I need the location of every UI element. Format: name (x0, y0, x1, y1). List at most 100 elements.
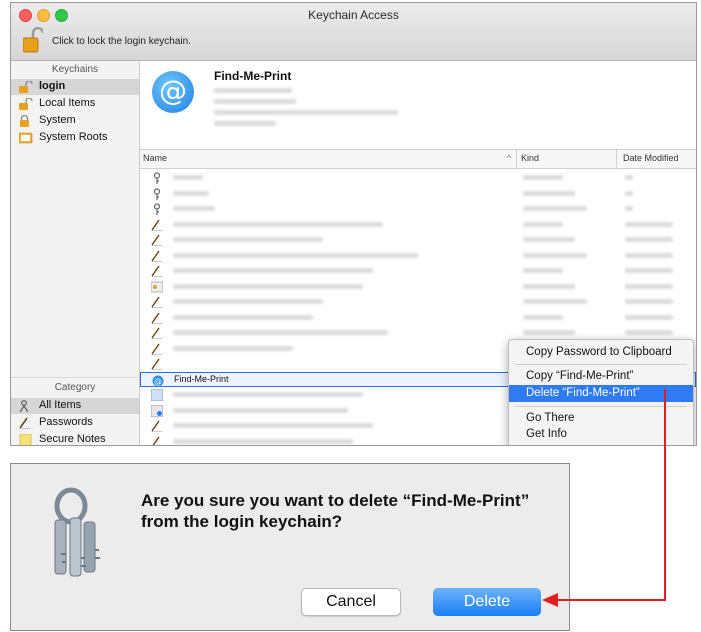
table-row[interactable] (140, 310, 696, 325)
table-row[interactable] (140, 325, 696, 340)
sidebar-item-system[interactable]: System (11, 113, 139, 129)
redacted-cell (625, 190, 633, 196)
sidebar-item-label: Local Items (39, 97, 96, 109)
table-row[interactable] (140, 294, 696, 309)
table-row[interactable] (140, 186, 696, 201)
redacted-cell (173, 190, 209, 196)
redacted-detail-line (214, 121, 276, 126)
at-sign-icon: @ (152, 374, 164, 386)
redacted-cell (173, 283, 363, 289)
item-detail-pane: @ Find-Me-Print (140, 61, 696, 149)
column-header-date-modified[interactable]: Date Modified (623, 153, 679, 163)
sidebar: Keychains login Local Items System Syste… (11, 61, 140, 445)
sidebar-item-label: login (39, 80, 66, 92)
redacted-cell (625, 283, 673, 289)
pen-icon (151, 218, 163, 231)
redacted-cell (625, 330, 673, 335)
copy-item-menu-item[interactable]: Copy “Find-Me-Print” (509, 368, 693, 385)
table-header: Name ^ Kind Date Modified (140, 149, 696, 169)
delete-confirmation-dialog: Are you sure you want to delete “Find-Me… (10, 463, 570, 631)
certificate-icon (150, 280, 164, 292)
redacted-cell (523, 314, 563, 320)
sidebar-item-secure-notes[interactable]: Secure Notes (11, 432, 139, 445)
table-row[interactable] (140, 170, 696, 185)
copy-password-menu-item[interactable]: Copy Password to Clipboard (509, 344, 693, 361)
redacted-cell (523, 299, 587, 304)
document-icon (150, 388, 164, 402)
redacted-cell (523, 283, 575, 289)
sidebar-item-login[interactable]: login (11, 79, 139, 95)
keys-icon (54, 487, 100, 577)
redacted-cell (173, 407, 348, 413)
keychains-heading: Keychains (51, 64, 99, 75)
key-icon (151, 171, 163, 184)
pen-icon (151, 435, 163, 445)
lock-keychain-label: Click to lock the login keychain. (52, 36, 191, 47)
unlocked-padlock-icon (19, 81, 33, 93)
redacted-cell (625, 252, 673, 258)
locked-padlock-icon (20, 115, 29, 127)
sort-ascending-icon: ^ (507, 153, 512, 163)
redacted-cell (523, 330, 575, 335)
table-row[interactable] (140, 201, 696, 216)
delete-button[interactable]: Delete (433, 588, 541, 616)
column-divider (516, 150, 517, 168)
pen-icon (19, 417, 30, 429)
window-title: Keychain Access (308, 8, 399, 22)
table-row[interactable] (140, 248, 696, 263)
document-icon (150, 404, 164, 417)
pen-icon (151, 233, 163, 246)
redacted-detail-line (214, 88, 292, 93)
table-row[interactable] (140, 217, 696, 232)
redacted-cell (523, 221, 563, 227)
redacted-cell (173, 330, 388, 335)
sidebar-item-passwords[interactable]: Passwords (11, 415, 139, 431)
unlocked-padlock-icon (22, 26, 45, 53)
table-row[interactable] (140, 279, 696, 294)
key-icon (151, 187, 163, 200)
pen-icon (151, 264, 163, 277)
redacted-cell (625, 299, 673, 304)
table-row[interactable] (140, 232, 696, 247)
sidebar-item-local-items[interactable]: Local Items (11, 96, 139, 112)
redacted-cell (173, 438, 353, 444)
redacted-cell (523, 252, 587, 258)
column-header-name[interactable]: Name (143, 153, 167, 163)
table-row[interactable] (140, 263, 696, 278)
sidebar-item-label: System (39, 114, 76, 126)
pen-icon (151, 342, 163, 355)
pen-icon (151, 419, 163, 432)
redacted-cell (625, 268, 673, 273)
at-sign-icon: @ (152, 71, 194, 113)
sidebar-item-label: Passwords (39, 416, 93, 428)
keychain-access-window: Keychain Access Click to lock the login … (10, 2, 697, 446)
pen-icon (151, 249, 163, 262)
redacted-cell (173, 175, 203, 180)
row-name: Find-Me-Print (174, 373, 229, 384)
key-icon (151, 202, 163, 215)
sidebar-item-system-roots[interactable]: System Roots (11, 130, 139, 146)
redacted-cell (173, 237, 323, 242)
redacted-cell (523, 190, 575, 196)
redacted-cell (625, 221, 673, 227)
title-bar: Keychain Access Click to lock the login … (11, 3, 696, 61)
cancel-button[interactable]: Cancel (301, 588, 401, 616)
redacted-cell (625, 175, 633, 180)
redacted-detail-line (214, 99, 296, 104)
folder-icon (19, 132, 33, 144)
sidebar-divider (11, 377, 139, 378)
redacted-cell (625, 206, 633, 211)
redacted-cell (173, 314, 313, 320)
redacted-detail-line (214, 110, 398, 115)
arrowhead-icon (542, 593, 558, 607)
lock-keychain-button[interactable] (22, 26, 45, 53)
detail-title: Find-Me-Print (214, 69, 292, 83)
redacted-cell (625, 237, 673, 242)
svg-text:@: @ (154, 377, 162, 386)
pen-icon (151, 295, 163, 308)
pen-icon (151, 311, 163, 324)
column-header-kind[interactable]: Kind (521, 153, 539, 163)
redacted-cell (173, 268, 373, 273)
redacted-cell (523, 237, 575, 242)
sidebar-item-all-items[interactable]: All Items (11, 398, 139, 414)
